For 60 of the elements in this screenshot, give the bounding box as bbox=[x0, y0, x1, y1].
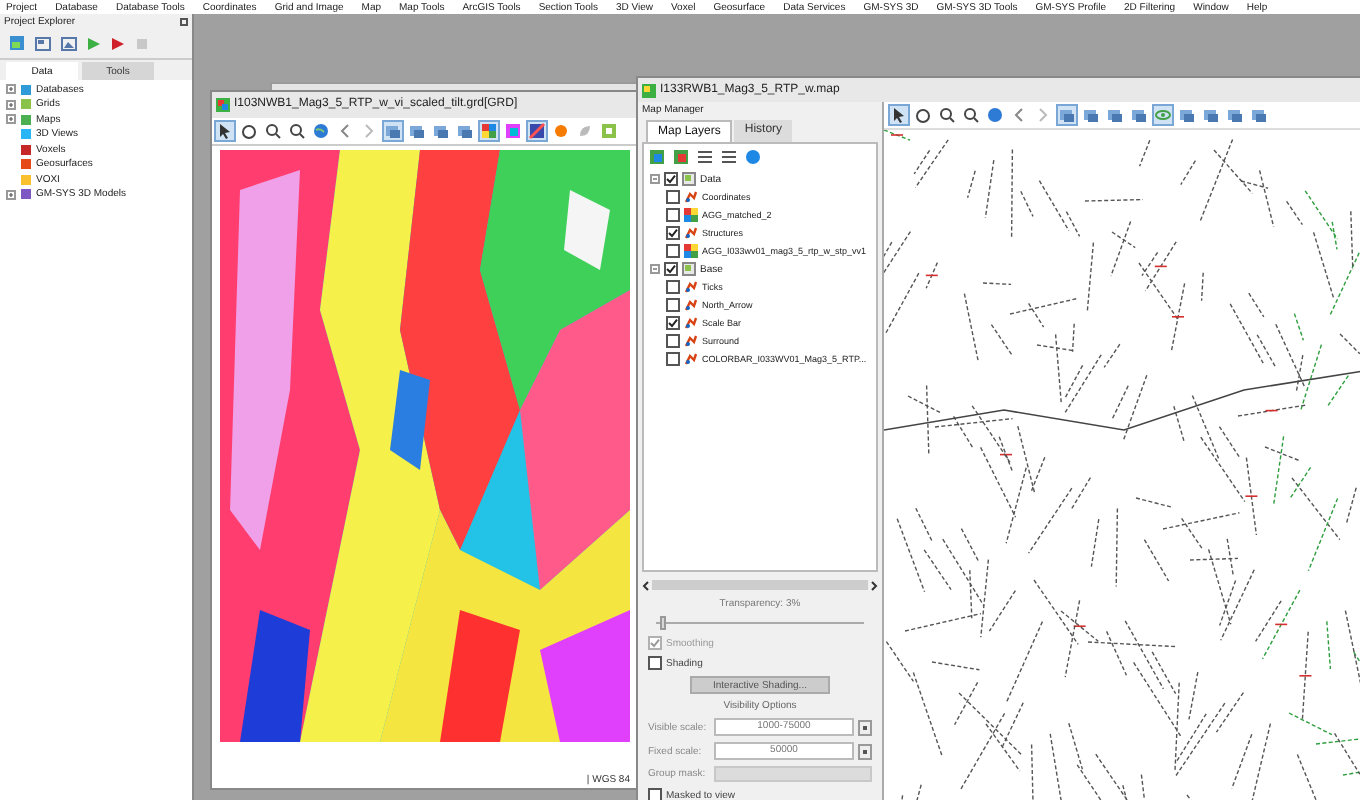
layers-icon[interactable] bbox=[384, 122, 402, 140]
checkbox[interactable] bbox=[666, 208, 680, 222]
picker-icon[interactable] bbox=[858, 719, 872, 735]
grid-layer-icon bbox=[684, 244, 698, 258]
expand-icon[interactable] bbox=[6, 99, 16, 110]
layers-icon[interactable] bbox=[1058, 106, 1076, 124]
checkbox[interactable] bbox=[648, 788, 662, 800]
list-icon[interactable] bbox=[696, 148, 714, 166]
vector-layer-icon bbox=[684, 316, 698, 330]
scroll-right-icon[interactable] bbox=[870, 579, 878, 591]
group-icon bbox=[682, 172, 696, 186]
expand-icon[interactable] bbox=[6, 84, 16, 95]
vector-layer-icon bbox=[684, 334, 698, 348]
expand-icon[interactable] bbox=[6, 189, 16, 200]
vector-layer-icon bbox=[684, 190, 698, 204]
play-icon[interactable] bbox=[86, 35, 102, 51]
collapse-icon[interactable] bbox=[650, 174, 660, 184]
checkbox[interactable] bbox=[666, 280, 680, 294]
colour-grid-icon[interactable] bbox=[480, 122, 498, 140]
colour-grid-icon[interactable] bbox=[504, 122, 522, 140]
database-icon[interactable] bbox=[8, 34, 26, 52]
help-icon[interactable] bbox=[744, 148, 762, 166]
add-layer-icon[interactable] bbox=[648, 148, 666, 166]
colour-grid-icon[interactable] bbox=[528, 122, 546, 140]
checkbox[interactable] bbox=[666, 190, 680, 204]
pin-icon[interactable] bbox=[180, 17, 188, 25]
vector-layer-icon bbox=[684, 352, 698, 366]
list-icon[interactable] bbox=[720, 148, 738, 166]
slider-thumb[interactable] bbox=[660, 616, 667, 630]
pointer-icon[interactable] bbox=[216, 122, 234, 140]
checkbox[interactable] bbox=[648, 656, 662, 670]
picker-icon[interactable] bbox=[858, 743, 872, 759]
checkbox[interactable] bbox=[664, 172, 678, 186]
checkbox[interactable] bbox=[666, 226, 680, 240]
vector-layer-icon bbox=[684, 280, 698, 294]
search-icon[interactable] bbox=[288, 122, 306, 140]
checkbox[interactable] bbox=[664, 262, 678, 276]
search-icon[interactable] bbox=[962, 106, 980, 124]
scroll-left-icon[interactable] bbox=[642, 579, 650, 591]
collapse-icon[interactable] bbox=[650, 264, 660, 274]
vector-layer-icon bbox=[684, 298, 698, 312]
checkbox[interactable] bbox=[666, 334, 680, 348]
map-file-icon bbox=[642, 83, 656, 97]
group-icon bbox=[682, 262, 696, 276]
checkbox[interactable] bbox=[666, 316, 680, 330]
checkbox[interactable] bbox=[666, 244, 680, 258]
record-icon[interactable] bbox=[110, 35, 126, 51]
checkbox[interactable] bbox=[666, 298, 680, 312]
image-icon[interactable] bbox=[60, 34, 78, 52]
zoom-icon[interactable] bbox=[938, 106, 956, 124]
vector-layer-icon bbox=[684, 226, 698, 240]
pointer-icon[interactable] bbox=[890, 106, 908, 124]
scrollbar-thumb[interactable] bbox=[652, 580, 868, 590]
zoom-icon[interactable] bbox=[264, 122, 282, 140]
remove-layer-icon[interactable] bbox=[672, 148, 690, 166]
grid-file-icon bbox=[216, 98, 230, 112]
expand-icon[interactable] bbox=[6, 114, 16, 125]
grid-layer-icon bbox=[684, 208, 698, 222]
eye-icon[interactable] bbox=[1154, 106, 1172, 124]
checkbox[interactable] bbox=[666, 352, 680, 366]
